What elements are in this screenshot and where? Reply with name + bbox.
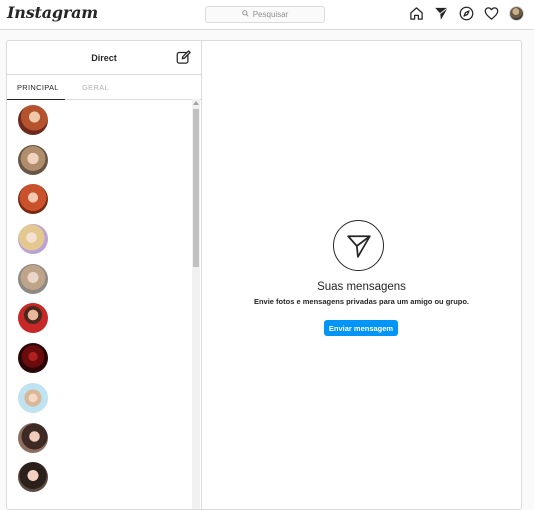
empty-state-subtitle: Envie fotos e mensagens privadas para um…	[253, 297, 470, 306]
avatar	[18, 184, 48, 215]
compose-icon[interactable]	[176, 50, 191, 65]
list-item[interactable]	[7, 258, 193, 298]
send-message-button[interactable]: Enviar mensagem	[324, 320, 398, 336]
inbox-header: Direct	[7, 41, 201, 75]
profile-avatar[interactable]	[509, 6, 524, 21]
list-item[interactable]	[7, 218, 193, 258]
avatar	[18, 105, 48, 135]
home-icon[interactable]	[409, 6, 424, 21]
direct-message-icon	[333, 220, 384, 271]
list-item[interactable]	[7, 297, 193, 337]
avatar	[18, 343, 48, 374]
inbox-tabs: PRINCIPAL GERAL	[7, 75, 201, 100]
list-item[interactable]	[7, 377, 193, 417]
avatar	[18, 422, 48, 453]
search-input[interactable]: Pesquisar	[205, 6, 325, 23]
avatar	[18, 382, 48, 413]
search-placeholder: Pesquisar	[252, 10, 289, 19]
list-item[interactable]	[7, 337, 193, 377]
instagram-logo[interactable]: Instagram	[7, 3, 98, 22]
empty-state-title: Suas mensagens	[317, 281, 406, 293]
list-item[interactable]	[7, 139, 193, 179]
inbox-title: Direct	[91, 52, 117, 63]
avatar	[18, 263, 48, 294]
direct-panel: Direct PRINCIPAL GERAL Suas mensagens En…	[6, 40, 522, 510]
scroll-up-arrow-icon[interactable]	[192, 99, 200, 107]
heart-icon[interactable]	[484, 6, 499, 21]
thread-list	[7, 99, 193, 509]
search-icon	[241, 10, 249, 19]
avatar	[18, 303, 48, 334]
avatar	[18, 462, 48, 493]
empty-conversation-pane: Suas mensagens Envie fotos e mensagens p…	[202, 41, 521, 509]
explore-icon[interactable]	[459, 6, 474, 21]
tab-geral[interactable]: GERAL	[82, 83, 109, 92]
avatar	[18, 144, 48, 175]
direct-icon[interactable]	[434, 6, 449, 21]
list-item[interactable]	[7, 99, 193, 139]
thread-list-scrollbar[interactable]	[192, 99, 200, 509]
avatar	[18, 224, 48, 255]
list-item[interactable]	[7, 417, 193, 457]
tab-principal[interactable]: PRINCIPAL	[17, 83, 59, 92]
list-item[interactable]	[7, 178, 193, 218]
inbox-column: Direct PRINCIPAL GERAL	[7, 41, 202, 509]
scrollbar-thumb[interactable]	[193, 109, 199, 267]
top-navigation-bar: Instagram Pesquisar	[0, 0, 534, 30]
nav-icons	[409, 6, 524, 21]
list-item[interactable]	[7, 456, 193, 496]
